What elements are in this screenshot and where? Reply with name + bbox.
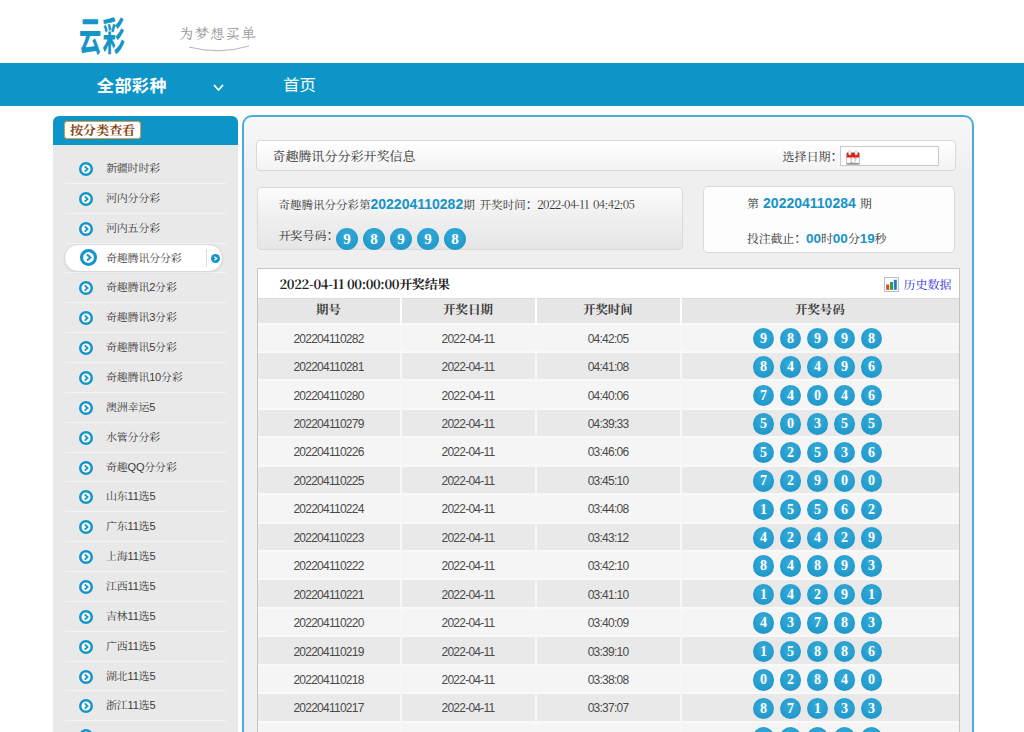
svg-text:17: 17	[849, 156, 857, 163]
